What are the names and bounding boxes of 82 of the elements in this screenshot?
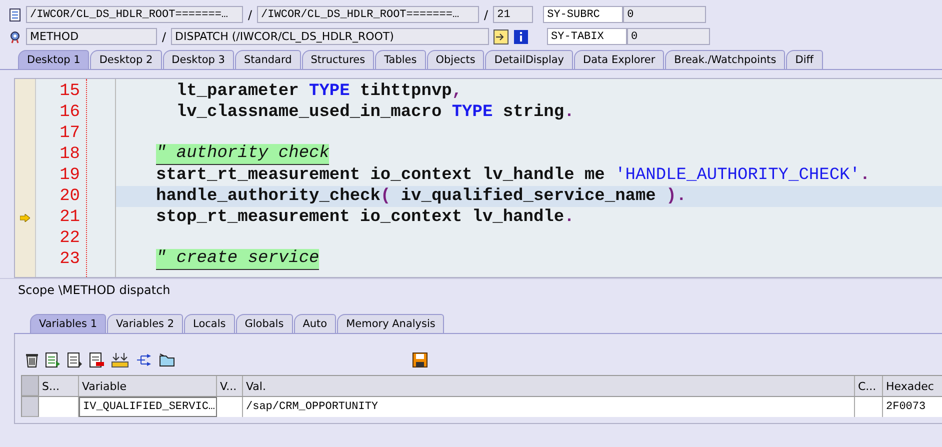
info-icon[interactable] bbox=[513, 28, 530, 44]
table-cell[interactable]: IV_QUALIFIED_SERVIC… bbox=[79, 397, 217, 417]
line-number: 19 bbox=[58, 165, 81, 186]
table-cell: /sap/CRM_OPPORTUNITY bbox=[243, 397, 855, 417]
variables-tab[interactable]: Memory Analysis bbox=[337, 314, 444, 333]
column-header[interactable]: S... bbox=[39, 376, 79, 396]
code-text: string bbox=[502, 102, 564, 123]
table-cell bbox=[39, 397, 79, 417]
desktop-tab[interactable]: Desktop 2 bbox=[90, 50, 162, 69]
scope-label: Scope \METHOD dispatch bbox=[18, 283, 170, 297]
code-text: handle_authority_check bbox=[156, 186, 380, 207]
system-variable-label: SY-SUBRC bbox=[543, 6, 624, 23]
folder-icon[interactable] bbox=[159, 352, 175, 368]
line-number: 16 bbox=[58, 102, 81, 123]
code-text: TYPE bbox=[452, 102, 493, 123]
document-delete-icon[interactable] bbox=[89, 352, 105, 368]
variables-tab[interactable]: Locals bbox=[184, 314, 235, 333]
include-field: /IWCOR/CL_DS_HDLR_ROOT=======… bbox=[257, 6, 480, 23]
separator-text: / bbox=[483, 8, 490, 22]
code-text: stop_rt_measurement io_context lv_handle bbox=[156, 207, 564, 228]
desktop-tab[interactable]: Break./Watchpoints bbox=[665, 50, 786, 69]
desktop-tab[interactable]: Desktop 3 bbox=[162, 50, 234, 69]
desktop-tab[interactable]: Diff bbox=[786, 50, 822, 69]
system-variable-value: 0 bbox=[627, 28, 710, 45]
code-comment: " authority check bbox=[156, 144, 330, 165]
arrows-down-icon[interactable] bbox=[111, 352, 129, 368]
table-cell: 2F0073 bbox=[883, 397, 942, 417]
separator-text: / bbox=[161, 30, 168, 44]
line-number: 15 bbox=[58, 81, 81, 102]
variables-tab[interactable]: Globals bbox=[236, 314, 293, 333]
code-text: TYPE bbox=[309, 81, 350, 102]
document-icon bbox=[8, 8, 22, 22]
save-icon[interactable] bbox=[412, 352, 428, 368]
desktop-tab[interactable]: Data Explorer bbox=[574, 50, 664, 69]
code-text: 'HANDLE_AUTHORITY_CHECK' bbox=[615, 165, 860, 186]
system-variable-label: SY-TABIX bbox=[547, 28, 628, 45]
desktop-tab[interactable]: Tables bbox=[375, 50, 426, 69]
code-text: ( bbox=[380, 186, 391, 207]
line-number: 17 bbox=[58, 123, 81, 144]
code-text: . bbox=[860, 165, 870, 186]
column-header[interactable]: Val. bbox=[243, 376, 855, 396]
desktop-tab[interactable]: Structures bbox=[302, 50, 374, 69]
event-type-field: METHOD bbox=[26, 28, 157, 45]
code-text: . bbox=[564, 207, 574, 228]
line-number: 21 bbox=[58, 207, 81, 228]
code-text: , bbox=[452, 81, 462, 102]
line-number: 18 bbox=[58, 144, 81, 165]
code-text: iv_qualified_service_name bbox=[400, 186, 657, 207]
desktop-tab[interactable]: Desktop 1 bbox=[18, 50, 90, 69]
variables-tab[interactable]: Variables 2 bbox=[107, 314, 184, 333]
arrow-icon bbox=[20, 214, 30, 222]
desktop-tab[interactable]: Standard bbox=[234, 50, 301, 69]
table-cell bbox=[217, 397, 243, 417]
line-field: 21 bbox=[493, 6, 534, 23]
table-cell bbox=[855, 397, 883, 417]
trash-icon[interactable] bbox=[25, 352, 39, 368]
line-number: 20 bbox=[58, 186, 81, 207]
event-field: DISPATCH (/IWCOR/CL_DS_HDLR_ROOT) bbox=[171, 28, 490, 45]
column-header[interactable]: C... bbox=[855, 376, 883, 396]
system-variable-value: 0 bbox=[623, 6, 706, 23]
code-text: lt_parameter bbox=[175, 81, 300, 102]
variables-tab[interactable]: Auto bbox=[294, 314, 336, 333]
column-header[interactable]: Hexadec bbox=[883, 376, 942, 396]
code-text: start_rt_measurement io_context lv_handle me bbox=[156, 165, 606, 186]
document-icon[interactable] bbox=[67, 352, 83, 368]
code-text: ). bbox=[666, 186, 686, 207]
code-comment: " create service bbox=[156, 249, 320, 270]
column-header[interactable]: Variable bbox=[79, 376, 217, 396]
desktop-tab[interactable]: Objects bbox=[426, 50, 484, 69]
tree-icon[interactable] bbox=[135, 352, 153, 368]
line-number: 23 bbox=[58, 249, 81, 270]
column-header[interactable]: V... bbox=[217, 376, 243, 396]
code-text: lv_classname_used_in_macro bbox=[175, 102, 443, 123]
program-field: /IWCOR/CL_DS_HDLR_ROOT=======… bbox=[26, 6, 243, 23]
variables-tab[interactable]: Variables 1 bbox=[30, 314, 106, 333]
document-icon[interactable] bbox=[45, 352, 61, 368]
separator-text: / bbox=[247, 8, 254, 22]
line-number: 22 bbox=[58, 228, 81, 249]
navigate-icon[interactable] bbox=[493, 28, 510, 44]
code-text: tihttpnvp bbox=[359, 81, 452, 102]
desktop-tab[interactable]: DetailDisplay bbox=[485, 50, 574, 69]
code-text: . bbox=[564, 102, 574, 123]
